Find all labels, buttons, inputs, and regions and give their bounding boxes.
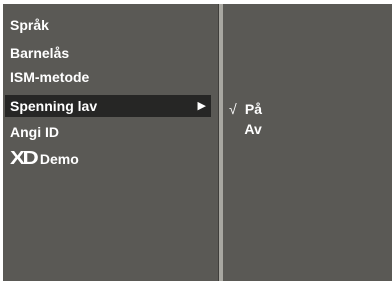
option-off[interactable]: Av [229, 120, 262, 138]
option-label: På [244, 101, 263, 117]
menu-item-low-power[interactable]: Spenning lav ▶ [5, 95, 211, 117]
menu-item-language[interactable]: Språk [5, 14, 211, 36]
menu-item-set-id[interactable]: Angi ID [5, 121, 211, 143]
menu-item-child-lock[interactable]: Barnelås [5, 42, 211, 64]
menu-item-label: Demo [39, 151, 79, 167]
tv-menu-screen: Språk Barnelås ISM-metode Spenning lav ▶… [0, 0, 392, 284]
option-on[interactable]: √ På [229, 100, 262, 118]
menu-item-label: Spenning lav [10, 98, 98, 114]
chevron-right-icon: ▶ [197, 100, 206, 112]
menu-item-label: ISM-metode [10, 69, 90, 85]
xd-logo-icon: XD [10, 148, 39, 168]
menu-item-xd-demo[interactable]: XD Demo [5, 148, 211, 170]
checkmark-icon: √ [229, 101, 237, 117]
submenu-panel [223, 4, 392, 281]
option-label: Av [244, 121, 262, 137]
menu-item-label: Barnelås [10, 45, 70, 61]
menu-item-ism-method[interactable]: ISM-metode [5, 66, 211, 88]
menu-item-label: Språk [10, 17, 49, 33]
menu-item-label: Angi ID [10, 124, 59, 140]
